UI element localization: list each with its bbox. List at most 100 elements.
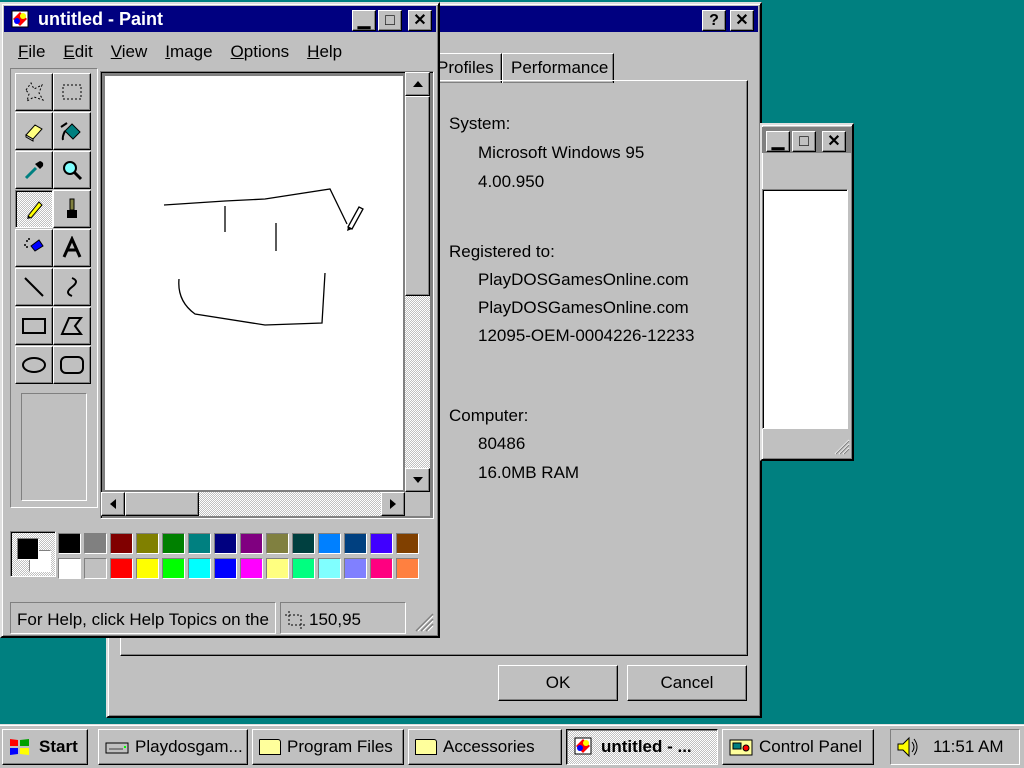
- curve-tool[interactable]: [53, 268, 91, 306]
- magnifier-tool[interactable]: [53, 151, 91, 189]
- rounded-rectangle-tool[interactable]: [53, 346, 91, 384]
- taskbar-item-paint[interactable]: untitled - ...: [566, 729, 718, 765]
- pick-color-tool[interactable]: [15, 151, 53, 189]
- palette-swatch[interactable]: [396, 558, 419, 579]
- free-form-select-icon: [25, 82, 45, 103]
- scroll-left-button[interactable]: [101, 492, 125, 516]
- taskbar-item-label: Playdosgam...: [135, 737, 243, 756]
- horizontal-scroll-thumb[interactable]: [125, 492, 199, 516]
- palette-swatch[interactable]: [136, 558, 159, 579]
- palette-swatch[interactable]: [318, 558, 341, 579]
- taskbar-item-label: Control Panel: [759, 737, 863, 756]
- horizontal-scrollbar[interactable]: [101, 492, 405, 516]
- palette-swatch[interactable]: [136, 533, 159, 554]
- coordinates-panel: 150,95: [280, 602, 406, 634]
- close-button[interactable]: ✕: [730, 10, 754, 31]
- palette-swatch[interactable]: [84, 533, 107, 554]
- palette-swatch[interactable]: [240, 533, 263, 554]
- status-text: For Help, click Help Topics on the: [17, 610, 269, 629]
- palette-swatch[interactable]: [292, 558, 315, 579]
- line-tool[interactable]: [15, 268, 53, 306]
- fill-with-color-tool[interactable]: [53, 112, 91, 150]
- palette-swatch[interactable]: [188, 558, 211, 579]
- eraser-icon: [25, 124, 43, 142]
- rectangle-select-tool[interactable]: [53, 73, 91, 111]
- menu-help[interactable]: Help: [299, 42, 352, 62]
- palette-swatch[interactable]: [370, 533, 393, 554]
- start-button[interactable]: Start: [2, 729, 88, 765]
- taskbar-item-accessories[interactable]: Accessories: [408, 729, 562, 765]
- polygon-tool[interactable]: [53, 307, 91, 345]
- free-form-select-tool[interactable]: [15, 73, 53, 111]
- maximize-button[interactable]: □: [792, 131, 816, 152]
- palette-swatch[interactable]: [266, 533, 289, 554]
- rounded-rectangle-icon: [60, 356, 84, 374]
- polygon-icon: [60, 317, 83, 335]
- os-version: 4.00.950: [478, 172, 545, 191]
- palette-swatch[interactable]: [344, 558, 367, 579]
- minimize-button[interactable]: ▁: [766, 131, 790, 152]
- palette-swatch[interactable]: [58, 533, 81, 554]
- text-tool[interactable]: [53, 229, 91, 267]
- palette-swatch[interactable]: [188, 533, 211, 554]
- palette-swatch[interactable]: [396, 533, 419, 554]
- palette-swatch[interactable]: [240, 558, 263, 579]
- eraser-tool[interactable]: [15, 112, 53, 150]
- palette-swatch[interactable]: [266, 558, 289, 579]
- palette-swatch[interactable]: [344, 533, 367, 554]
- ellipse-tool[interactable]: [15, 346, 53, 384]
- drawing-strokes: [163, 188, 348, 326]
- registered-name: PlayDOSGamesOnline.com: [478, 270, 689, 289]
- scroll-right-button[interactable]: [381, 492, 405, 516]
- speaker-icon[interactable]: [895, 735, 921, 759]
- menu-options[interactable]: Options: [223, 42, 300, 62]
- taskbar-item-program-files[interactable]: Program Files: [252, 729, 404, 765]
- resize-grip-icon[interactable]: [414, 612, 434, 632]
- ok-button[interactable]: OK: [498, 665, 618, 701]
- scroll-down-button[interactable]: [405, 468, 430, 492]
- minimize-button[interactable]: ▁: [352, 10, 376, 31]
- cancel-button[interactable]: Cancel: [627, 665, 747, 701]
- palette-swatch[interactable]: [292, 533, 315, 554]
- computer-label: Computer:: [449, 406, 529, 425]
- palette-swatch[interactable]: [162, 558, 185, 579]
- drawing-canvas[interactable]: [105, 76, 403, 490]
- background-window: ▁ □ ✕: [760, 123, 854, 461]
- tab-performance[interactable]: Performance: [502, 53, 614, 83]
- current-colors[interactable]: [10, 531, 56, 577]
- menu-view[interactable]: View: [103, 42, 158, 62]
- palette-swatch[interactable]: [214, 533, 237, 554]
- close-button[interactable]: ✕: [408, 10, 432, 31]
- menu-image[interactable]: Image: [157, 42, 222, 62]
- palette-swatch[interactable]: [84, 558, 107, 579]
- vertical-scrollbar[interactable]: [405, 72, 430, 492]
- menu-file[interactable]: File: [10, 42, 55, 62]
- airbrush-tool[interactable]: [15, 229, 53, 267]
- registered-org: PlayDOSGamesOnline.com: [478, 298, 689, 317]
- resize-grip-icon[interactable]: [834, 439, 850, 455]
- palette-swatch[interactable]: [110, 533, 133, 554]
- tool-options-box[interactable]: [21, 393, 87, 501]
- palette-swatch[interactable]: [58, 558, 81, 579]
- palette-swatch[interactable]: [162, 533, 185, 554]
- palette-swatch[interactable]: [214, 558, 237, 579]
- close-button[interactable]: ✕: [822, 131, 846, 152]
- taskbar-item-playdosgames[interactable]: Playdosgam...: [98, 729, 248, 765]
- brush-tool[interactable]: [53, 190, 91, 228]
- palette-swatch[interactable]: [370, 558, 393, 579]
- vertical-scroll-thumb[interactable]: [405, 96, 430, 296]
- line-icon: [24, 277, 44, 297]
- clock[interactable]: 11:51 AM: [933, 737, 1004, 757]
- scroll-up-button[interactable]: [405, 72, 430, 96]
- color-palette: [58, 533, 419, 583]
- arrow-left-icon: [110, 499, 116, 509]
- maximize-button[interactable]: □: [378, 10, 402, 31]
- menu-edit[interactable]: Edit: [55, 42, 102, 62]
- help-button[interactable]: ?: [702, 10, 726, 31]
- pencil-tool[interactable]: [15, 190, 53, 228]
- palette-swatch[interactable]: [318, 533, 341, 554]
- palette-swatch[interactable]: [110, 558, 133, 579]
- magnifier-icon: [63, 161, 83, 181]
- rectangle-tool[interactable]: [15, 307, 53, 345]
- taskbar-item-control-panel[interactable]: Control Panel: [722, 729, 874, 765]
